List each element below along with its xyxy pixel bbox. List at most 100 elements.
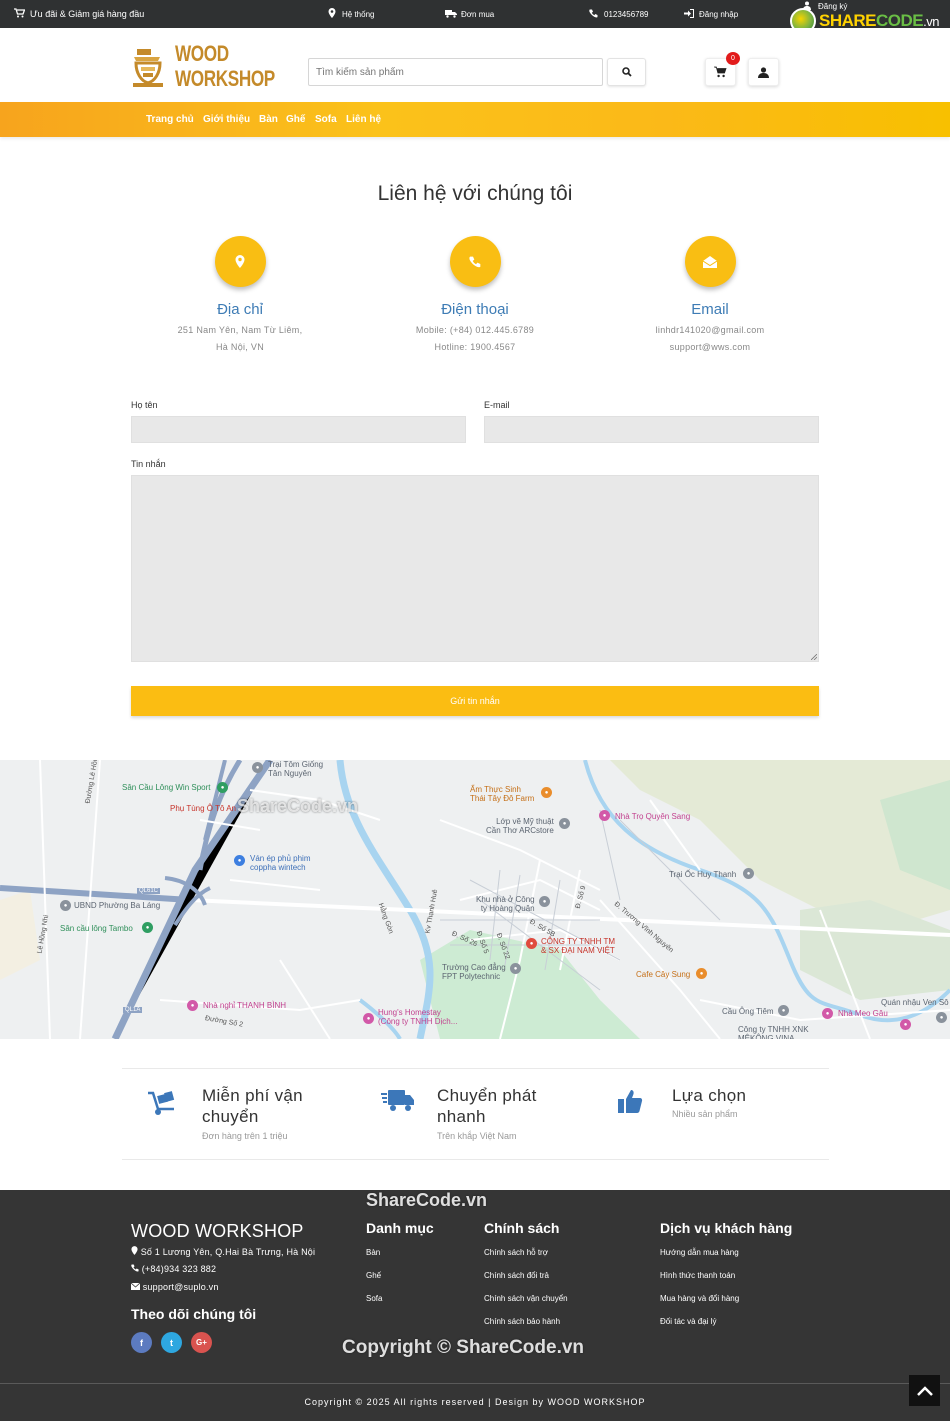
sign-in-icon bbox=[683, 8, 694, 20]
phone-line-2: Hotline: 1900.4567 bbox=[434, 342, 516, 352]
map-pin-icon[interactable]: ● bbox=[217, 782, 228, 793]
map-label: Ẩm Thực Sinh Thái Tây Đô Farm bbox=[470, 785, 535, 803]
map-embed[interactable]: Đường Lê Hồng Nhi Lê Hồng Nhi QL61C QL1A… bbox=[0, 760, 950, 1039]
map-pin-icon[interactable]: ● bbox=[559, 818, 570, 829]
promo-link[interactable]: Ưu đãi & Giảm giá hàng đầu bbox=[14, 0, 144, 28]
promo-text: Ưu đãi & Giảm giá hàng đầu bbox=[30, 9, 145, 19]
phone-link[interactable]: 0123456789 bbox=[588, 0, 649, 28]
map-label: Sân Cầu Lông Win Sport bbox=[122, 783, 211, 792]
footer-phone[interactable]: (+84)934 323 882 bbox=[131, 1264, 216, 1274]
footer-link[interactable]: Hình thức thanh toán bbox=[660, 1271, 735, 1280]
feature-title: Miễn phí vận chuyển bbox=[202, 1086, 303, 1126]
feature-fast-delivery: Chuyển phát nhanh Trên khắp Việt Nam bbox=[381, 1069, 601, 1159]
footer-link[interactable]: Chính sách đổi trả bbox=[484, 1271, 549, 1280]
system-link[interactable]: Hệ thống bbox=[326, 0, 374, 28]
map-pin-icon[interactable]: ● bbox=[743, 868, 754, 879]
feature-subtitle: Trên khắp Việt Nam bbox=[437, 1131, 517, 1141]
footer-link[interactable]: Chính sách bảo hành bbox=[484, 1317, 560, 1326]
nav-item-chairs[interactable]: Ghế bbox=[286, 102, 305, 137]
map-pin-icon[interactable]: ● bbox=[187, 1000, 198, 1011]
footer-email-text: support@suplo.vn bbox=[142, 1282, 219, 1292]
email-label: E-mail bbox=[484, 400, 510, 410]
nav-item-about[interactable]: Giới thiệu bbox=[203, 102, 250, 137]
map-pin-icon[interactable]: ● bbox=[526, 938, 537, 949]
orders-link[interactable]: Đơn mua bbox=[445, 0, 494, 28]
footer-address-text: Số 1 Lương Yên, Q.Hai Bà Trưng, Hà Nội bbox=[140, 1247, 316, 1257]
nav-item-tables[interactable]: Bàn bbox=[259, 102, 278, 137]
twitter-icon[interactable]: t bbox=[161, 1332, 182, 1353]
footer-link[interactable]: Chính sách hỗ trợ bbox=[484, 1248, 548, 1257]
map-label: CÔNG TY TNHH TM & SX ĐẠI NAM VIỆT bbox=[541, 937, 616, 955]
map-pin-icon[interactable]: ● bbox=[60, 900, 71, 911]
footer-link[interactable]: Sofa bbox=[366, 1294, 382, 1303]
map-pin-icon[interactable]: ● bbox=[539, 896, 550, 907]
map-pin-icon[interactable]: ● bbox=[900, 1019, 911, 1030]
footer-email[interactable]: support@suplo.vn bbox=[130, 1282, 219, 1292]
email-field[interactable] bbox=[484, 416, 819, 443]
nav-item-contact[interactable]: Liên hệ bbox=[346, 102, 381, 137]
address-line-1: 251 Nam Yên, Nam Từ Liêm, bbox=[177, 325, 303, 335]
footer-link[interactable]: Bàn bbox=[366, 1248, 380, 1257]
map-label: Trại Ốc Huy Thanh bbox=[669, 870, 737, 879]
phone-text: 0123456789 bbox=[604, 9, 649, 19]
dolly-icon bbox=[146, 1087, 186, 1119]
map-label: Hung's Homestay (Công ty TNHH Dịch... bbox=[378, 1008, 458, 1026]
feature-subtitle: Đơn hàng trên 1 triệu bbox=[202, 1131, 288, 1141]
brand-logo[interactable]: WOOD WORKSHOP bbox=[131, 36, 275, 96]
facebook-icon[interactable]: f bbox=[131, 1332, 152, 1353]
footer-col-heading: Dịch vụ khách hàng bbox=[660, 1220, 793, 1236]
follow-heading: Theo dõi chúng tôi bbox=[131, 1306, 257, 1322]
footer-link[interactable]: Mua hàng và đổi hàng bbox=[660, 1294, 739, 1303]
map-pin-icon[interactable]: ● bbox=[599, 810, 610, 821]
map-label: Phụ Tùng Ô Tô An bbox=[170, 804, 236, 813]
footer-link[interactable]: Chính sách vận chuyển bbox=[484, 1294, 568, 1303]
footer-link[interactable]: Ghế bbox=[366, 1271, 381, 1280]
google-plus-icon[interactable]: G+ bbox=[191, 1332, 212, 1353]
map-pin-icon[interactable]: ● bbox=[696, 968, 707, 979]
resize-handle-icon[interactable] bbox=[811, 654, 817, 660]
back-to-top-button[interactable] bbox=[909, 1375, 940, 1406]
map-pin-icon[interactable]: ● bbox=[234, 855, 245, 866]
map-pin-icon[interactable]: ● bbox=[363, 1013, 374, 1024]
footer-link[interactable]: Hướng dẫn mua hàng bbox=[660, 1248, 739, 1257]
send-message-button[interactable]: Gửi tin nhắn bbox=[131, 686, 819, 716]
name-field[interactable] bbox=[131, 416, 466, 443]
address-heading: Địa chỉ bbox=[217, 301, 263, 318]
map-pin-icon[interactable]: ● bbox=[822, 1008, 833, 1019]
footer-link[interactable]: Đối tác và đại lý bbox=[660, 1317, 716, 1326]
chevron-up-icon bbox=[916, 1385, 933, 1396]
cart-count-badge: 0 bbox=[726, 52, 740, 65]
account-button[interactable] bbox=[748, 58, 779, 86]
footer-col-heading: Danh mục bbox=[366, 1220, 434, 1236]
map-label: Nhà nghỉ THANH BÌNH bbox=[203, 1001, 286, 1010]
map-pin-icon[interactable]: ● bbox=[541, 787, 552, 798]
nav-item-home[interactable]: Trang chủ bbox=[146, 102, 194, 137]
main-nav: Trang chủ Giới thiệu Bàn Ghế Sofa Liên h… bbox=[0, 102, 950, 137]
search-input[interactable] bbox=[308, 58, 603, 86]
brand-line-1: WOOD bbox=[175, 41, 229, 66]
map-label: UBND Phường Ba Láng bbox=[74, 901, 161, 910]
message-field[interactable] bbox=[131, 475, 819, 662]
shipping-fast-icon bbox=[381, 1087, 421, 1119]
features-strip: Miễn phí vận chuyển Đơn hàng trên 1 triệ… bbox=[122, 1068, 829, 1160]
envelope-icon bbox=[130, 1282, 141, 1290]
copyright-text: Copyright © 2025 All rights reserved | D… bbox=[304, 1397, 646, 1407]
map-label: Công ty TNHH XNK MÊKÔNG VINA bbox=[738, 1025, 809, 1039]
address-line-2: Hà Nội, VN bbox=[215, 342, 264, 352]
road-label: QL1A bbox=[123, 1007, 143, 1013]
map-pin-icon[interactable]: ● bbox=[142, 922, 153, 933]
thumbs-up-icon bbox=[616, 1087, 656, 1119]
map-label: Cafe Cây Sung bbox=[636, 970, 691, 979]
phone-icon bbox=[449, 236, 501, 287]
name-label: Họ tên bbox=[131, 400, 158, 410]
envelope-open-icon bbox=[684, 236, 736, 287]
map-pin-icon[interactable]: ● bbox=[252, 762, 263, 773]
map-pin-icon[interactable]: ● bbox=[510, 963, 521, 974]
header: WOOD WORKSHOP 0 bbox=[0, 28, 950, 102]
map-pin-icon[interactable]: ● bbox=[778, 1005, 789, 1016]
search-button[interactable] bbox=[607, 58, 646, 86]
nav-item-sofa[interactable]: Sofa bbox=[315, 102, 337, 137]
login-text: Đăng nhập bbox=[699, 9, 739, 19]
map-pin-icon[interactable]: ● bbox=[936, 1012, 947, 1023]
login-link[interactable]: Đăng nhập bbox=[683, 0, 738, 28]
